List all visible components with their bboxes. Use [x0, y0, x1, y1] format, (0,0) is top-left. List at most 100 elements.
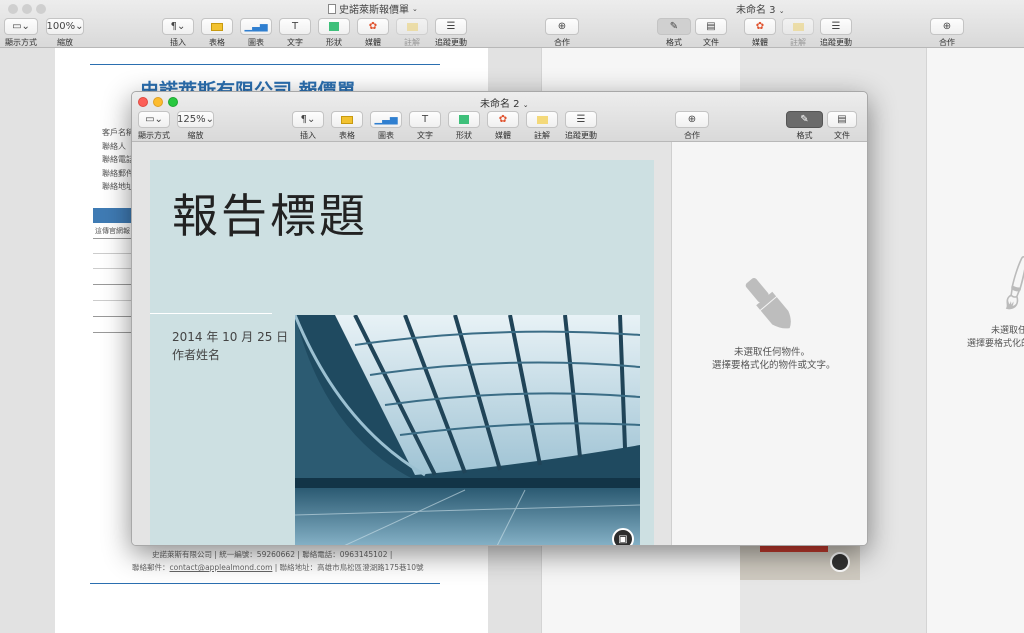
heading-rule [90, 64, 440, 65]
footer-line-1: 史諾萊斯有限公司 | 統一編號：59260662 | 聯絡電話：09631451… [152, 550, 393, 559]
photos-flower-icon: ✿ [498, 114, 508, 125]
collaborate-person-icon: ⊕ [557, 21, 567, 32]
table-icon [211, 22, 223, 31]
table-button[interactable]: 表格 [201, 18, 233, 48]
document-button[interactable]: ▤ 文件 [695, 18, 727, 48]
paintbrush-icon: ✎ [669, 21, 679, 32]
shape-icon [329, 22, 339, 31]
close-button[interactable] [138, 97, 148, 107]
collaborate-button[interactable]: ⊕ 合作 [545, 18, 579, 48]
comment-button[interactable]: 註解 [782, 18, 814, 48]
back-inspector-panel-2: 🖌 未選取任 選擇要格式化的 [926, 48, 1024, 633]
architecture-photo-art [295, 315, 640, 545]
footer-rule [90, 583, 440, 584]
chart-button[interactable]: ▁▃▅ 圖表 [370, 111, 402, 141]
track-changes-button[interactable]: ☰ 追蹤更動 [565, 111, 597, 141]
format-inspector-panel: 未選取任何物件。 選擇要格式化的物件或文字。 [671, 142, 867, 545]
bar-chart-icon: ▁▃▅ [374, 114, 398, 125]
comment-button[interactable]: 註解 [526, 111, 558, 141]
format-button[interactable]: ✎ 格式 [657, 18, 691, 48]
window-title[interactable]: 未命名 2 ⌄ [480, 95, 529, 110]
report-author[interactable]: 作者姓名 [172, 346, 220, 363]
no-selection-hint: 選擇要格式化的物件或文字。 [712, 360, 836, 371]
architecture-photo[interactable]: ▣ [295, 315, 640, 545]
table-line [93, 284, 133, 285]
sidebar-icon: ▭⌄ [145, 114, 163, 125]
zoom-window-button[interactable] [168, 97, 178, 107]
window-title[interactable]: 未命名 3 ⌄ [736, 1, 785, 16]
table-line [93, 316, 133, 317]
inspector-line-2: 選擇要格式化的 [967, 339, 1024, 349]
table-line [93, 332, 133, 333]
no-selection-message: 未選取任何物件。 [734, 347, 811, 358]
partial-photo [740, 540, 860, 580]
image-badge-icon[interactable] [830, 552, 850, 572]
shape-button[interactable]: 形狀 [448, 111, 480, 141]
image-replace-icon[interactable]: ▣ [612, 528, 634, 545]
customer-fields: 客戶名稱 聯絡人 聯絡電話 聯絡郵件 聯絡地址 [102, 128, 134, 191]
table-note: 這傳官網報 [95, 227, 130, 235]
media-button[interactable]: ✿ 媒體 [357, 18, 389, 48]
zoom-menu[interactable]: 125% ⌄ 縮放 [177, 111, 214, 141]
track-changes-button[interactable]: ☰ 追蹤更動 [435, 18, 467, 48]
comment-button[interactable]: 註解 [396, 18, 428, 48]
paintbrush-icon: ✎ [800, 114, 809, 125]
document-pages-icon: ▤ [706, 21, 716, 32]
document-icon [328, 3, 336, 14]
table-line [93, 268, 133, 269]
chart-button[interactable]: ▁▃▅ 圖表 [240, 18, 272, 48]
text-box-icon: T [291, 21, 299, 32]
insert-button[interactable]: ¶⌄ 插入 [292, 111, 324, 141]
report-title[interactable]: 報告標題 [172, 180, 368, 246]
pilcrow-icon: ¶⌄ [300, 114, 316, 125]
document-button[interactable]: ▤ 文件 [827, 111, 857, 141]
comment-note-icon [792, 22, 804, 31]
comment-note-icon [406, 22, 418, 31]
track-changes-icon: ☰ [831, 21, 841, 32]
zoom-menu[interactable]: 100% ⌄ 縮放 [46, 18, 84, 48]
collaborate-person-icon: ⊕ [942, 21, 952, 32]
cover-rule [150, 313, 272, 314]
report-date[interactable]: 2014 年 10 月 25 日 [172, 328, 288, 345]
track-changes-icon: ☰ [576, 114, 586, 125]
footer-email-link[interactable]: contact@applealmond.com [170, 563, 273, 572]
window-title[interactable]: 史諾萊斯報價單 ⌄ [328, 1, 418, 16]
table-line [93, 300, 133, 301]
collaborate-person-icon: ⊕ [687, 114, 697, 125]
shape-icon [459, 115, 469, 124]
chevron-down-icon: ⌄ [412, 4, 418, 13]
table-line [93, 238, 133, 239]
text-button[interactable]: T 文字 [409, 111, 441, 141]
bar-chart-icon: ▁▃▅ [244, 21, 268, 32]
photos-flower-icon: ✿ [368, 21, 378, 32]
front-toolbar: 未命名 2 ⌄ ▭⌄ 顯示方式 125% ⌄ 縮放 ¶⌄ 插入 表格 ▁▃▅ 圖表… [132, 92, 867, 142]
paintbrush-icon: 🖌 [983, 251, 1024, 317]
pilcrow-icon: ¶⌄ [170, 21, 186, 32]
zoom-window-button[interactable] [36, 4, 46, 14]
media-button[interactable]: ✿ 媒體 [487, 111, 519, 141]
front-window-untitled-2: 未命名 2 ⌄ ▭⌄ 顯示方式 125% ⌄ 縮放 ¶⌄ 插入 表格 ▁▃▅ 圖表… [131, 91, 868, 546]
minimize-button[interactable] [153, 97, 163, 107]
collaborate-button[interactable]: ⊕ 合作 [930, 18, 964, 48]
document-canvas[interactable]: 報告標題 2014 年 10 月 25 日 作者姓名 ▣ [132, 142, 671, 545]
table-button[interactable]: 表格 [331, 111, 363, 141]
format-button[interactable]: ✎ 格式 [786, 111, 823, 141]
chevron-down-icon: ⌄ [778, 7, 785, 15]
close-button[interactable] [8, 4, 18, 14]
media-button[interactable]: ✿ 媒體 [744, 18, 776, 48]
insert-button[interactable]: ¶⌄ 插入 [162, 18, 194, 48]
paintbrush-icon [734, 270, 804, 340]
track-changes-button[interactable]: ☰ 追蹤更動 [820, 18, 852, 48]
collaborate-button[interactable]: ⊕ 合作 [675, 111, 709, 141]
inspector-line-1: 未選取任 [991, 326, 1024, 336]
text-button[interactable]: T 文字 [279, 18, 311, 48]
view-button[interactable]: ▭⌄ 顯示方式 [138, 111, 170, 141]
text-box-icon: T [421, 114, 429, 125]
sidebar-icon: ▭⌄ [12, 21, 30, 32]
shape-button[interactable]: 形狀 [318, 18, 350, 48]
view-button[interactable]: ▭⌄ 顯示方式 [4, 18, 38, 48]
photos-flower-icon: ✿ [755, 21, 765, 32]
minimize-button[interactable] [22, 4, 32, 14]
table-line [93, 253, 133, 254]
report-cover-page[interactable]: 報告標題 2014 年 10 月 25 日 作者姓名 ▣ [150, 160, 654, 545]
